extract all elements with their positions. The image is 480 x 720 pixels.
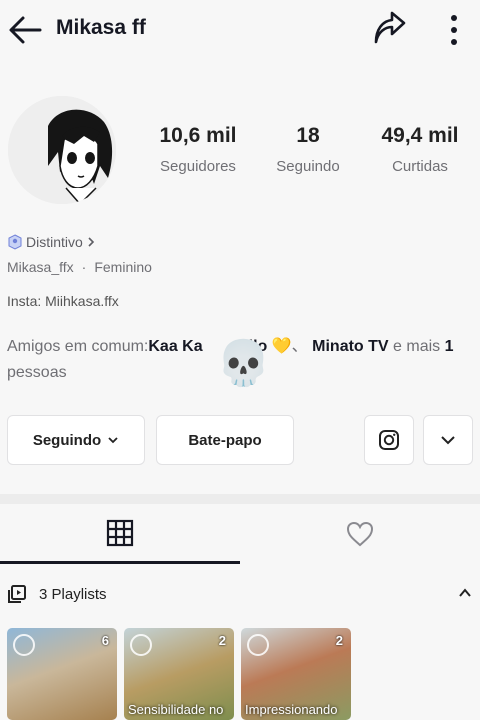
mutual-count: 1 <box>444 338 454 355</box>
gender: Feminino <box>94 259 152 275</box>
badge-icon <box>8 234 22 250</box>
chat-button[interactable]: Bate-papo <box>156 415 294 465</box>
badge-link[interactable]: Distintivo <box>7 234 100 250</box>
grid-icon <box>106 519 134 546</box>
mutual-prefix: Amigos em comum: <box>7 338 149 355</box>
tab-liked[interactable] <box>240 504 480 564</box>
content-tabs <box>0 504 480 564</box>
game-logo-icon <box>13 634 35 656</box>
stat-following[interactable]: 18 Seguindo <box>268 124 348 175</box>
playlist-count: 2 <box>218 633 226 648</box>
chat-button-label: Bate-papo <box>188 431 262 449</box>
top-bar: Mikasa ff <box>0 0 480 60</box>
likes-label: Curtidas <box>392 158 448 175</box>
playlist-thumbnail[interactable]: 2 Impressionando <box>241 628 351 720</box>
friend-separator: 、 <box>291 338 308 355</box>
game-logo-icon <box>130 634 152 656</box>
playlist-caption: Sensibilidade no <box>128 702 224 717</box>
expand-button[interactable] <box>423 415 473 465</box>
stat-followers[interactable]: 10,6 mil Seguidores <box>146 124 250 175</box>
playlist-icon <box>8 585 26 603</box>
user-info: Mikasa_ffx · Feminino <box>7 259 152 275</box>
section-divider <box>0 494 480 504</box>
chevron-down-icon <box>441 436 455 445</box>
playlists-title: 3 Playlists <box>39 585 107 603</box>
playlist-caption: Impressionando <box>245 702 338 717</box>
instagram-icon <box>379 430 399 450</box>
friend-name-2: Minato TV <box>312 338 389 355</box>
playlist-count: 2 <box>335 633 343 648</box>
stat-likes[interactable]: 49,4 mil Curtidas <box>368 124 472 175</box>
more-vertical-icon[interactable] <box>440 12 468 48</box>
page-title: Mikasa ff <box>56 16 146 39</box>
following-label: Seguindo <box>276 158 340 175</box>
chevron-right-icon <box>88 237 94 247</box>
followers-count: 10,6 mil <box>159 124 237 147</box>
bio: Insta: Miihkasa.ffx <box>7 293 119 309</box>
chevron-down-icon <box>108 437 118 444</box>
playlist-count: 6 <box>101 633 109 648</box>
skull-emoji-overlay: 💀 <box>216 339 271 388</box>
instagram-button[interactable] <box>364 415 414 465</box>
anime-avatar <box>8 96 116 204</box>
chevron-up-icon[interactable] <box>457 585 473 601</box>
playlist-thumbnail[interactable]: 2 Sensibilidade no <box>124 628 234 720</box>
mutual-middle: e mais <box>388 338 445 355</box>
following-button[interactable]: Seguindo <box>7 415 145 465</box>
following-button-label: Seguindo <box>32 431 102 449</box>
badge-label: Distintivo <box>26 234 83 250</box>
tab-videos[interactable] <box>0 504 240 564</box>
following-count: 18 <box>296 124 320 147</box>
followers-label: Seguidores <box>160 158 236 175</box>
playlists-header[interactable]: 3 Playlists <box>0 574 480 614</box>
heart-icon <box>346 521 374 547</box>
separator-dot: · <box>81 259 87 275</box>
share-arrow-icon[interactable] <box>368 10 410 50</box>
heart-emoji: 💛 <box>271 338 292 355</box>
username: Mikasa_ffx <box>7 259 74 275</box>
mutual-suffix: pessoas <box>7 364 67 381</box>
arrow-left-icon[interactable] <box>6 12 46 48</box>
avatar[interactable] <box>8 96 116 204</box>
game-logo-icon <box>247 634 269 656</box>
friend-name-1: Kaa Ka <box>148 338 203 355</box>
likes-count: 49,4 mil <box>381 124 459 147</box>
playlist-thumbnail[interactable]: 6 <box>7 628 117 720</box>
